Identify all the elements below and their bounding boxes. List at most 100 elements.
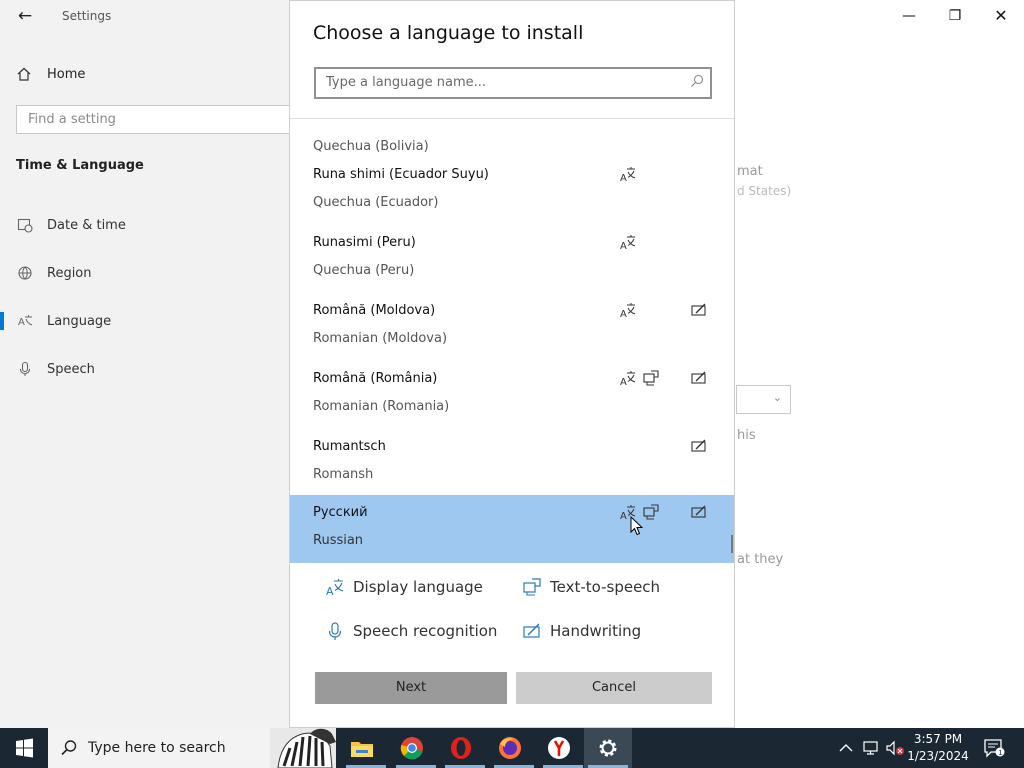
chrome-icon[interactable] — [396, 732, 428, 764]
restore-button[interactable]: ❐ — [932, 0, 978, 32]
legend-label: Handwriting — [550, 622, 642, 640]
sidebar-item-label: Speech — [47, 361, 95, 377]
svg-text:A: A — [18, 317, 25, 328]
display-language-icon: A — [620, 303, 636, 319]
opera-icon[interactable] — [445, 732, 477, 764]
sidebar-item-date-time[interactable]: Date & time — [0, 207, 289, 243]
minimize-button[interactable]: — — [886, 0, 932, 32]
microphone-icon — [328, 622, 342, 640]
back-arrow-icon[interactable]: ← — [14, 6, 36, 28]
list-item[interactable]: Română (Moldova) Romanian (Moldova) A — [290, 293, 734, 361]
taskbar: Type here to search 3:57 PM 1/23/2024 1 — [0, 728, 1024, 768]
close-button[interactable]: ✕ — [978, 0, 1024, 32]
mouse-cursor-icon — [630, 516, 644, 536]
display-language-icon: A — [620, 235, 636, 251]
list-item[interactable]: Rumantsch Romansh — [290, 429, 734, 497]
list-item[interactable]: Runa shimi (Ecuador Suyu) Quechua (Ecuad… — [290, 157, 734, 225]
taskbar-search-text: Type here to search — [88, 740, 226, 756]
app-title: Settings — [62, 9, 112, 23]
find-setting-input[interactable]: Find a setting — [16, 105, 296, 134]
svg-text:A: A — [620, 377, 627, 387]
chevron-up-icon[interactable] — [838, 741, 854, 755]
language-icon: A — [18, 315, 33, 328]
language-native-name: Русский — [313, 505, 368, 520]
selection-indicator — [0, 312, 4, 330]
language-english-name: Quechua (Bolivia) — [313, 139, 429, 154]
svg-text:A: A — [620, 241, 627, 251]
section-title: Time & Language — [16, 158, 144, 173]
legend-label: Speech recognition — [353, 622, 498, 640]
text-to-speech-icon — [643, 504, 659, 520]
sidebar-item-home[interactable]: Home — [16, 64, 85, 84]
text-to-speech-icon — [643, 370, 659, 386]
background-text: d States) — [737, 184, 792, 198]
background-dropdown[interactable]: ⌄ — [736, 385, 791, 414]
settings-taskbar-button[interactable] — [584, 728, 632, 768]
background-text: his — [737, 428, 756, 443]
yandex-icon[interactable] — [543, 732, 575, 764]
settings-gear-icon — [599, 739, 617, 757]
search-icon — [61, 740, 77, 756]
clock-time: 3:57 PM — [913, 732, 963, 746]
file-explorer-icon[interactable] — [346, 732, 378, 764]
handwriting-icon — [691, 303, 706, 316]
language-search-input[interactable]: Type a language name... — [314, 67, 712, 99]
list-item[interactable]: Runasimi (Peru) Quechua (Peru) A — [290, 225, 734, 293]
legend-label: Display language — [353, 578, 483, 596]
settings-sidebar: ← Settings Home Find a setting Time & La… — [0, 0, 296, 728]
sidebar-item-region[interactable]: Region — [0, 255, 289, 291]
sidebar-item-speech[interactable]: Speech — [0, 351, 289, 387]
svg-text:A: A — [620, 309, 627, 319]
svg-text:A: A — [326, 585, 334, 597]
find-setting-placeholder: Find a setting — [28, 112, 116, 127]
microphone-icon — [19, 361, 31, 376]
language-native-name: Runasimi (Peru) — [313, 235, 416, 250]
chevron-down-icon: ⌄ — [772, 391, 782, 404]
sidebar-item-label: Home — [47, 66, 86, 82]
firefox-icon[interactable] — [494, 732, 526, 764]
volume-muted-icon[interactable] — [885, 740, 905, 756]
choose-language-dialog: Choose a language to install Type a lang… — [289, 0, 735, 728]
scrollbar-thumb[interactable] — [731, 535, 733, 553]
zebra-highlight-icon — [270, 728, 336, 768]
windows-start-icon[interactable] — [0, 728, 48, 768]
language-english-name: Quechua (Ecuador) — [313, 195, 439, 210]
network-icon[interactable] — [862, 740, 880, 756]
handwriting-icon — [691, 371, 706, 384]
sidebar-item-language[interactable]: A Language — [0, 303, 289, 339]
language-english-name: Romanian (Moldova) — [313, 331, 448, 346]
list-item[interactable]: Română (România) Romanian (Romania) A — [290, 361, 734, 429]
language-native-name: Runa shimi (Ecuador Suyu) — [313, 167, 489, 182]
calendar-clock-icon — [17, 218, 33, 233]
display-language-icon: A — [326, 579, 344, 597]
language-native-name: Rumantsch — [313, 439, 386, 454]
legend-text-to-speech: Text-to-speech — [522, 577, 660, 597]
sidebar-item-label: Language — [47, 313, 112, 329]
display-language-icon: A — [620, 167, 636, 183]
sidebar-item-label: Date & time — [47, 217, 126, 233]
legend-label: Text-to-speech — [550, 578, 661, 596]
search-placeholder: Type a language name... — [326, 75, 487, 90]
dialog-title: Choose a language to install — [313, 22, 584, 44]
handwriting-icon — [523, 623, 540, 638]
background-text: mat — [737, 164, 763, 179]
handwriting-icon — [691, 505, 706, 518]
taskbar-search-box[interactable]: Type here to search — [48, 728, 336, 768]
legend-display-language: A Display language — [325, 577, 483, 597]
globe-icon — [18, 266, 32, 280]
language-english-name: Romansh — [313, 467, 374, 482]
svg-text:1: 1 — [998, 749, 1002, 757]
language-native-name: Română (România) — [313, 371, 438, 386]
language-list[interactable]: Quechua (Bolivia) Runa shimi (Ecuador Su… — [290, 119, 734, 563]
system-clock[interactable]: 3:57 PM 1/23/2024 — [904, 731, 972, 765]
language-english-name: Quechua (Peru) — [313, 263, 415, 278]
cancel-button[interactable]: Cancel — [516, 672, 712, 704]
next-button[interactable]: Next — [315, 672, 507, 704]
background-text: at they — [737, 552, 784, 567]
svg-text:A: A — [620, 173, 627, 183]
notifications-icon[interactable]: 1 — [983, 738, 1005, 758]
feature-legend: A Display language Text-to-speech Speech… — [290, 569, 734, 649]
list-item-selected[interactable]: Русский Russian A — [290, 495, 734, 563]
display-language-icon: A — [620, 371, 636, 387]
home-icon — [17, 67, 31, 81]
